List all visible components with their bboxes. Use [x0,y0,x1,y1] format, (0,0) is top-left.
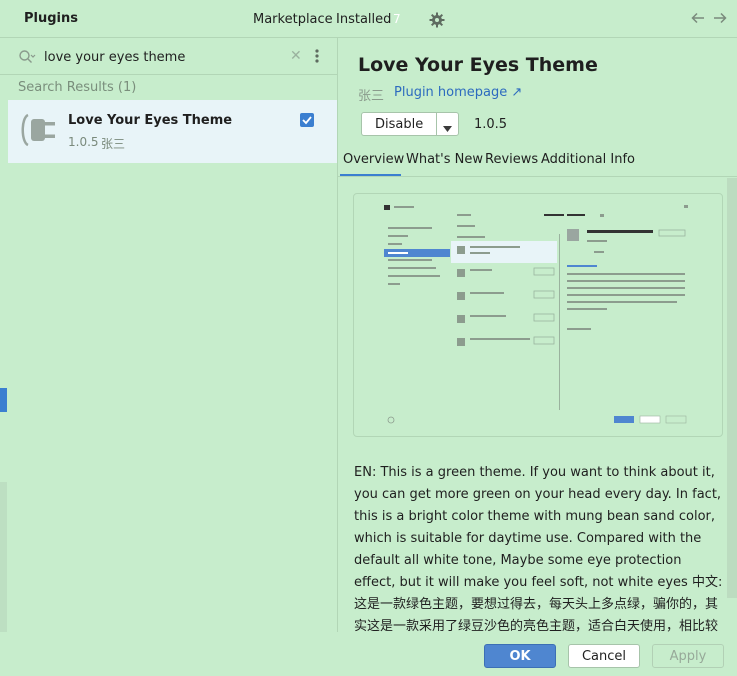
apply-button[interactable]: Apply [652,644,724,668]
enabled-checkbox[interactable] [300,113,314,127]
arrow-right-icon[interactable] [712,10,728,26]
plugin-author: 张三 [101,137,126,151]
plugin-screenshot [353,193,723,437]
plugin-detail-title: Love Your Eyes Theme [358,54,598,76]
tab-whats-new[interactable]: What's New [406,152,483,167]
tab-additional-info[interactable]: Additional Info [541,152,635,167]
search-results-header: Search Results (1) [18,80,137,95]
tab-reviews[interactable]: Reviews [485,152,538,167]
dialog-title: Plugins [24,11,78,26]
scrollbar[interactable] [727,178,737,598]
search-icon[interactable] [18,49,36,65]
tab-overview[interactable]: Overview [343,152,404,167]
plugin-description: EN: This is a green theme. If you want t… [354,465,723,632]
plugin-version: 1.0.5 [68,135,99,149]
side-strip [0,482,7,632]
chevron-down-icon[interactable] [443,121,452,132]
disable-button-label[interactable]: Disable [375,117,423,132]
gear-icon[interactable] [429,12,445,28]
scroll-marker [0,388,7,412]
tab-marketplace[interactable]: Marketplace [253,12,333,27]
arrow-left-icon[interactable] [690,10,706,26]
divider [436,113,437,135]
close-icon[interactable]: ✕ [290,49,302,63]
divider [0,74,338,75]
plugin-plug-icon [18,110,58,150]
search-input[interactable] [44,47,284,67]
plugin-detail-author: 张三 [358,89,385,104]
plugin-detail-version: 1.0.5 [474,117,508,132]
installed-count-badge: 7 [393,12,401,26]
ok-button[interactable]: OK [484,644,556,668]
divider [338,176,737,177]
plugin-name: Love Your Eyes Theme [68,113,233,128]
cancel-button[interactable]: Cancel [568,644,640,668]
more-options-icon[interactable] [313,47,321,65]
tab-installed[interactable]: Installed [336,12,391,27]
plugin-homepage-link[interactable]: Plugin homepage ↗ [394,85,522,100]
